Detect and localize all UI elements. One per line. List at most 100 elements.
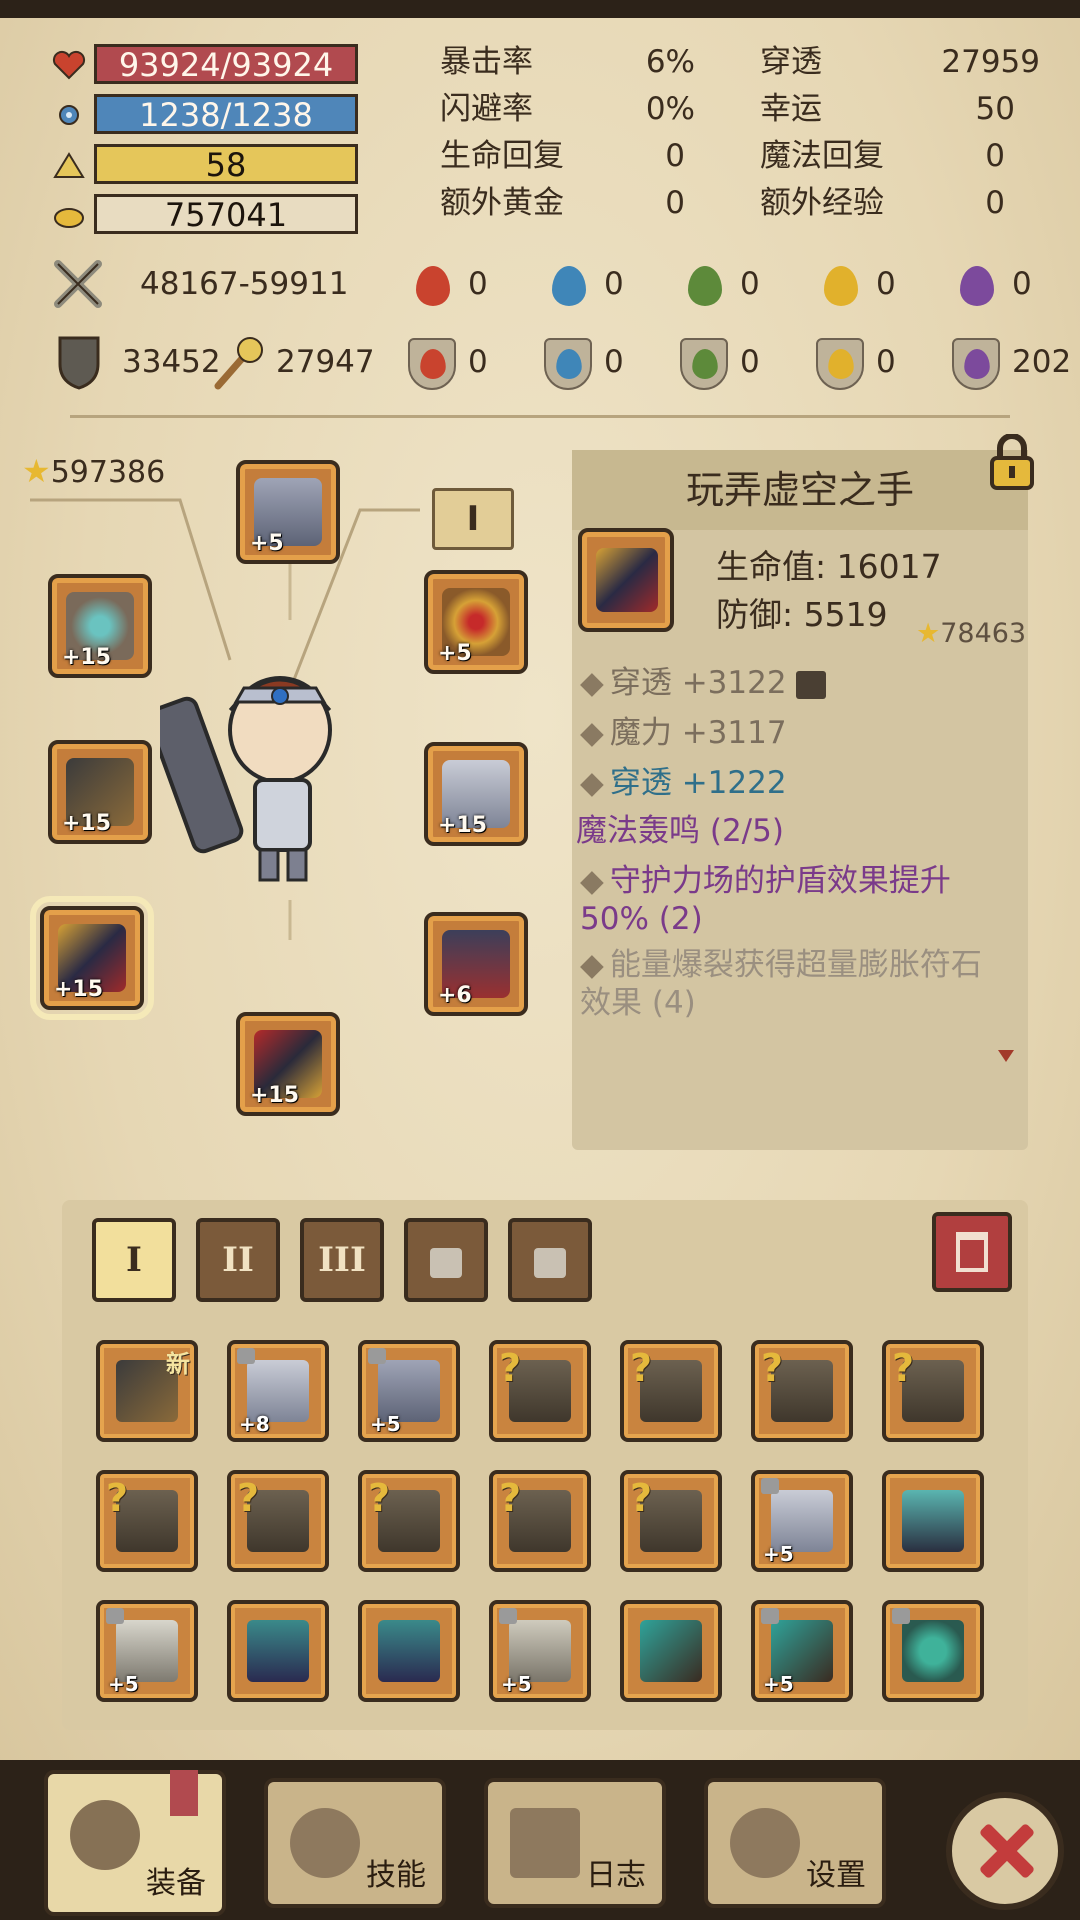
- trash-button[interactable]: [932, 1212, 1012, 1292]
- inventory-tab-2[interactable]: II: [196, 1218, 280, 1302]
- inventory-slot[interactable]: +5: [96, 1600, 198, 1702]
- inventory-slot[interactable]: ?: [227, 1470, 329, 1572]
- equip-slot-armor[interactable]: +6: [424, 912, 528, 1016]
- level-row: 58: [52, 144, 362, 186]
- affix-3: ◆ 穿透 +1222: [580, 765, 787, 801]
- item-score: ★78463: [916, 618, 1027, 649]
- inventory-slot[interactable]: [882, 1470, 984, 1572]
- inventory-slot[interactable]: +5: [489, 1600, 591, 1702]
- nature-resist: 0: [680, 338, 760, 390]
- inventory-tab-3[interactable]: III: [300, 1218, 384, 1302]
- set-page-badge[interactable]: I: [432, 488, 514, 550]
- equip-slot-back[interactable]: +15: [424, 742, 528, 846]
- unknown-item-icon: ?: [499, 1346, 522, 1390]
- inventory-slot[interactable]: [227, 1600, 329, 1702]
- padlock-icon: [106, 1608, 124, 1624]
- water-icon: [552, 266, 586, 306]
- axe-icon: [70, 1800, 140, 1870]
- upgrade-icon[interactable]: [796, 670, 827, 699]
- padlock-icon: [368, 1348, 386, 1364]
- hp-row: 93924/93924: [52, 44, 362, 86]
- inventory-slot[interactable]: ?: [882, 1340, 984, 1442]
- inventory-slot[interactable]: +8: [227, 1340, 329, 1442]
- inventory-tab-locked-4[interactable]: [404, 1218, 488, 1302]
- defense-row: 33452 27947 0 0 0 0 202: [52, 334, 1071, 394]
- fire-resist-icon: [420, 349, 446, 379]
- nav-equip-button[interactable]: 装备: [44, 1770, 226, 1916]
- inventory-slot[interactable]: 新: [96, 1340, 198, 1442]
- padlock-icon: [499, 1608, 517, 1624]
- nature-attack: 0: [680, 260, 760, 312]
- scroll-down-icon[interactable]: [998, 1050, 1014, 1062]
- lightning-resist: 0: [816, 338, 896, 390]
- affix-2: ◆ 魔力 +3117: [580, 715, 787, 751]
- item-level: +5: [763, 1542, 794, 1566]
- item-level: +8: [239, 1412, 270, 1436]
- nav-settings-button[interactable]: 设置: [704, 1778, 886, 1908]
- stat-crit: 暴击率 6%: [440, 44, 695, 80]
- void-attack: 0: [952, 260, 1032, 312]
- equip-slot-gloves[interactable]: +15: [30, 896, 154, 1020]
- inventory-tab-locked-5[interactable]: [508, 1218, 592, 1302]
- inventory-tab-1[interactable]: I: [92, 1218, 176, 1302]
- padlock-icon: [237, 1348, 255, 1364]
- equip-slot-boots[interactable]: +15: [236, 1012, 340, 1116]
- inventory-slot[interactable]: +5: [751, 1600, 853, 1702]
- inventory-slot[interactable]: ?: [358, 1470, 460, 1572]
- inventory-slot[interactable]: ?: [489, 1470, 591, 1572]
- stat-penetration: 穿透 27959: [760, 44, 1040, 80]
- padlock-icon: [892, 1608, 910, 1624]
- star-icon: ★: [916, 618, 941, 649]
- inventory-slot[interactable]: [620, 1600, 722, 1702]
- stat-mp-regen: 魔法回复 0: [760, 138, 1005, 174]
- fire-resist: 0: [408, 338, 488, 390]
- attack-range: 48167-59911: [140, 266, 349, 302]
- equip-slot-ring[interactable]: +15: [48, 574, 152, 678]
- equip-slot-amulet[interactable]: +5: [424, 570, 528, 674]
- equip-slot-weapon[interactable]: +15: [48, 740, 152, 844]
- void-icon: [960, 266, 994, 306]
- equip-slot-helmet[interactable]: +5: [236, 460, 340, 564]
- inventory-slot[interactable]: [358, 1600, 460, 1702]
- close-button[interactable]: [946, 1792, 1064, 1910]
- void-resist: 202: [952, 338, 1071, 390]
- hp-bar: 93924/93924: [94, 44, 358, 84]
- padlock-icon: [534, 1248, 566, 1278]
- void-resist-icon: [964, 349, 990, 379]
- item-level: +5: [501, 1672, 532, 1696]
- leaf-icon: [688, 266, 722, 306]
- inventory-slot[interactable]: ?: [489, 1340, 591, 1442]
- inventory-slot[interactable]: [882, 1600, 984, 1702]
- inventory-slot[interactable]: +5: [751, 1470, 853, 1572]
- inventory-slot[interactable]: ?: [620, 1470, 722, 1572]
- set-bonus-2: ◆ 能量爆裂获得超量膨胀符石效果 (4): [580, 947, 982, 1021]
- inventory-slot[interactable]: ?: [751, 1340, 853, 1442]
- lock-icon[interactable]: [986, 434, 1038, 492]
- unknown-item-icon: ?: [499, 1476, 522, 1520]
- item-title: 玩弄虚空之手: [572, 450, 1028, 530]
- padlock-icon: [761, 1478, 779, 1494]
- mp-row: 1238/1238: [52, 94, 362, 136]
- item-defense: 防御: 5519: [716, 595, 888, 634]
- lightning-resist-icon: [828, 349, 854, 379]
- item-level: +5: [763, 1672, 794, 1696]
- top-edge: [0, 0, 1080, 18]
- unknown-item-icon: ?: [761, 1346, 784, 1390]
- shield-icon: [58, 336, 100, 390]
- nav-skills-button[interactable]: 技能: [264, 1778, 446, 1908]
- padlock-icon: [430, 1248, 462, 1278]
- boots-icon: [378, 1620, 440, 1682]
- skills-emblem-icon: [290, 1808, 360, 1878]
- chestplate-icon: [902, 1490, 964, 1552]
- inventory-slot[interactable]: ?: [620, 1340, 722, 1442]
- inventory-slot[interactable]: +5: [358, 1340, 460, 1442]
- boots-icon: [247, 1620, 309, 1682]
- attack-row: 48167-59911 0 0 0 0 0: [52, 256, 1062, 316]
- inventory-slot[interactable]: ?: [96, 1470, 198, 1572]
- new-badge: 新: [166, 1350, 190, 1378]
- section-divider: [70, 415, 1010, 418]
- water-resist: 0: [544, 338, 624, 390]
- fire-attack: 0: [408, 260, 488, 312]
- nav-log-button[interactable]: 日志: [484, 1778, 666, 1908]
- set-name: 魔法轰鸣 (2/5): [576, 813, 784, 849]
